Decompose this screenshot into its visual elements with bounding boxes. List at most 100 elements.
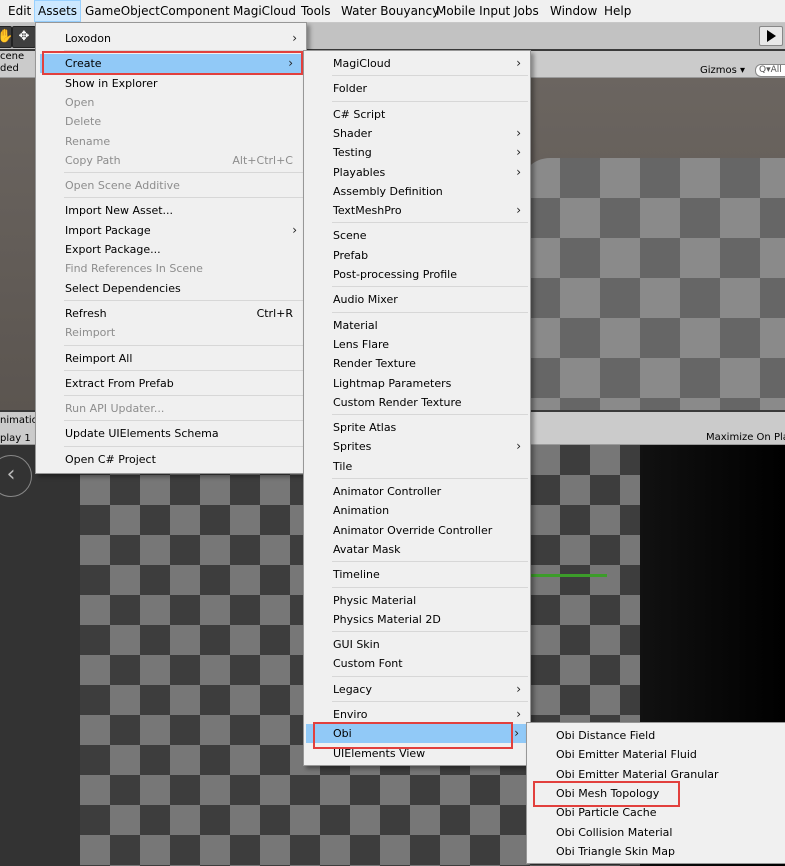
hand-icon[interactable]: ✋ [0,26,13,48]
move-icon[interactable]: ✥ [12,26,36,48]
menubar-jobs[interactable]: Jobs [514,0,539,22]
create-menu-item-prefab[interactable]: Prefab [304,246,530,265]
assets-menu-item-update-uielements-schema[interactable]: Update UIElements Schema [36,424,306,443]
create-menu-item-timeline[interactable]: Timeline [304,565,530,584]
create-menu-item-lightmap-parameters[interactable]: Lightmap Parameters [304,374,530,393]
create-menu: MagiCloud › Folder C# Script Shader › Testing ›… [303,50,531,766]
menu-separator [332,478,528,479]
create-menu-item-avatar-mask[interactable]: Avatar Mask [304,540,530,559]
create-menu-item-audio-mixer[interactable]: Audio Mixer [304,290,530,309]
gizmos-dropdown[interactable]: Gizmos ▾ [700,65,745,76]
create-menu-item-obi[interactable]: Obi › [306,724,528,744]
assets-menu-item-reimport-all[interactable]: Reimport All [36,349,306,368]
play-icon[interactable] [759,26,783,46]
menu-item-label: Import New Asset... [65,204,174,218]
menu-item-label: Sprites [333,440,372,454]
menu-item-label: Assembly Definition [333,184,443,198]
assets-menu-item-extract-from-prefab[interactable]: Extract From Prefab [36,374,306,393]
menu-item-label: Select Dependencies [65,281,181,295]
create-menu-item-gui-skin[interactable]: GUI Skin [304,635,530,654]
menu-item-label: Obi Emitter Material Granular [556,767,719,781]
menubar-assets[interactable]: Assets [34,0,82,22]
menubar-tools[interactable]: Tools [301,0,331,22]
obi-menu-item-obi-emitter-material-granular[interactable]: Obi Emitter Material Granular [527,765,785,784]
menu-separator [64,197,304,199]
assets-menu-item-export-package[interactable]: Export Package... [36,240,306,259]
obi-menu-item-obi-mesh-topology[interactable]: Obi Mesh Topology [527,784,785,803]
scene-search-input[interactable]: Q▾All [755,64,785,77]
create-menu-item-textmeshpro[interactable]: TextMeshPro › [304,201,530,220]
create-menu-item-legacy[interactable]: Legacy › [304,680,530,699]
assets-menu-item-create[interactable]: Create › [40,54,302,74]
create-menu-item-enviro[interactable]: Enviro › [304,705,530,724]
create-menu-item-playables[interactable]: Playables › [304,163,530,182]
maximize-on-play-toggle[interactable]: Maximize On Play [706,432,785,443]
assets-menu-item-loxodon[interactable]: Loxodon › [36,29,306,48]
create-menu-item-custom-font[interactable]: Custom Font [304,654,530,673]
chevron-right-icon: › [292,31,297,45]
menu-item-label: Open Scene Additive [65,179,180,193]
menu-item-shortcut: Alt+Ctrl+C [232,153,293,167]
menubar-help[interactable]: Help [604,0,631,22]
assets-menu-item-import-package[interactable]: Import Package › [36,221,306,240]
menu-item-label: Open [65,95,95,109]
menu-item-label: Custom Font [333,657,403,671]
scene-tab-label[interactable]: cene ded [0,51,24,75]
menubar-component[interactable]: Component [160,0,230,22]
create-menu-item-folder[interactable]: Folder [304,79,530,98]
create-menu-item-sprite-atlas[interactable]: Sprite Atlas [304,418,530,437]
menu-separator [332,100,528,102]
assets-menu: Loxodon › Create › Show in Explorer Open Delet… [35,22,307,474]
create-menu-item-animator-override-controller[interactable]: Animator Override Controller [304,521,530,540]
obi-menu-item-obi-distance-field[interactable]: Obi Distance Field [527,726,785,745]
create-menu-item-animation[interactable]: Animation [304,501,530,520]
obi-menu-item-obi-emitter-material-fluid[interactable]: Obi Emitter Material Fluid [527,745,785,764]
menubar-water-bouyancy[interactable]: Water Bouyancy [341,0,439,22]
create-menu-item-magicloud[interactable]: MagiCloud › [304,54,530,73]
display-dropdown[interactable]: play 1 [0,432,31,445]
menu-item-label: Post-processing Profile [333,268,457,281]
assets-menu-item-run-api-updater: Run API Updater... [36,399,306,418]
create-menu-item-c-script[interactable]: C# Script [304,105,530,124]
create-menu-item-render-texture[interactable]: Render Texture [304,354,530,373]
menu-item-label: Delete [65,115,102,129]
create-menu-item-physics-material-2d[interactable]: Physics Material 2D [304,610,530,629]
menu-item-label: Refresh [65,306,107,320]
create-menu-item-scene[interactable]: Scene [304,226,530,245]
menu-separator [64,369,304,371]
create-menu-item-material[interactable]: Material [304,316,530,335]
chevron-right-icon: › [514,726,519,741]
menu-item-label: Playables [333,165,386,179]
assets-menu-item-import-new-asset[interactable]: Import New Asset... [36,201,306,220]
menubar-window[interactable]: Window [550,0,597,22]
create-menu-item-sprites[interactable]: Sprites › [304,437,530,456]
assets-menu-item-rename: Rename [36,132,306,151]
create-menu-item-uielements-view[interactable]: UIElements View [304,744,530,763]
menu-item-label: GUI Skin [333,638,380,652]
obi-menu-item-obi-particle-cache[interactable]: Obi Particle Cache [527,803,785,822]
create-menu-item-physic-material[interactable]: Physic Material [304,591,530,610]
create-menu-item-testing[interactable]: Testing › [304,143,530,162]
menubar-edit[interactable]: Edit [8,0,31,22]
create-menu-item-shader[interactable]: Shader › [304,124,530,143]
assets-menu-item-open-c-project[interactable]: Open C# Project [36,450,306,469]
menubar-magicloud[interactable]: MagiCloud [233,0,296,22]
create-menu-item-lens-flare[interactable]: Lens Flare [304,335,530,354]
menubar-gameobject[interactable]: GameObject [85,0,160,22]
assets-menu-item-select-dependencies[interactable]: Select Dependencies [36,279,306,298]
obi-menu-item-obi-triangle-skin-map[interactable]: Obi Triangle Skin Map [527,842,785,861]
menu-item-label: Tile [333,459,353,473]
create-menu-item-custom-render-texture[interactable]: Custom Render Texture [304,393,530,412]
menu-separator [64,172,304,174]
obi-menu-item-obi-collision-material[interactable]: Obi Collision Material [527,823,785,842]
chevron-right-icon: › [516,145,521,160]
assets-menu-item-show-in-explorer[interactable]: Show in Explorer [36,74,306,93]
create-menu-item-tile[interactable]: Tile [304,457,530,476]
menubar-mobile-input[interactable]: Mobile Input [436,0,510,22]
menu-separator [332,675,528,677]
assets-menu-item-refresh[interactable]: Refresh Ctrl+R [36,304,306,323]
create-menu-item-assembly-definition[interactable]: Assembly Definition [304,182,530,201]
create-menu-item-post-processing-profile[interactable]: Post-processing Profile [304,265,530,284]
animation-tab[interactable]: nimatio [0,414,38,427]
create-menu-item-animator-controller[interactable]: Animator Controller [304,482,530,501]
